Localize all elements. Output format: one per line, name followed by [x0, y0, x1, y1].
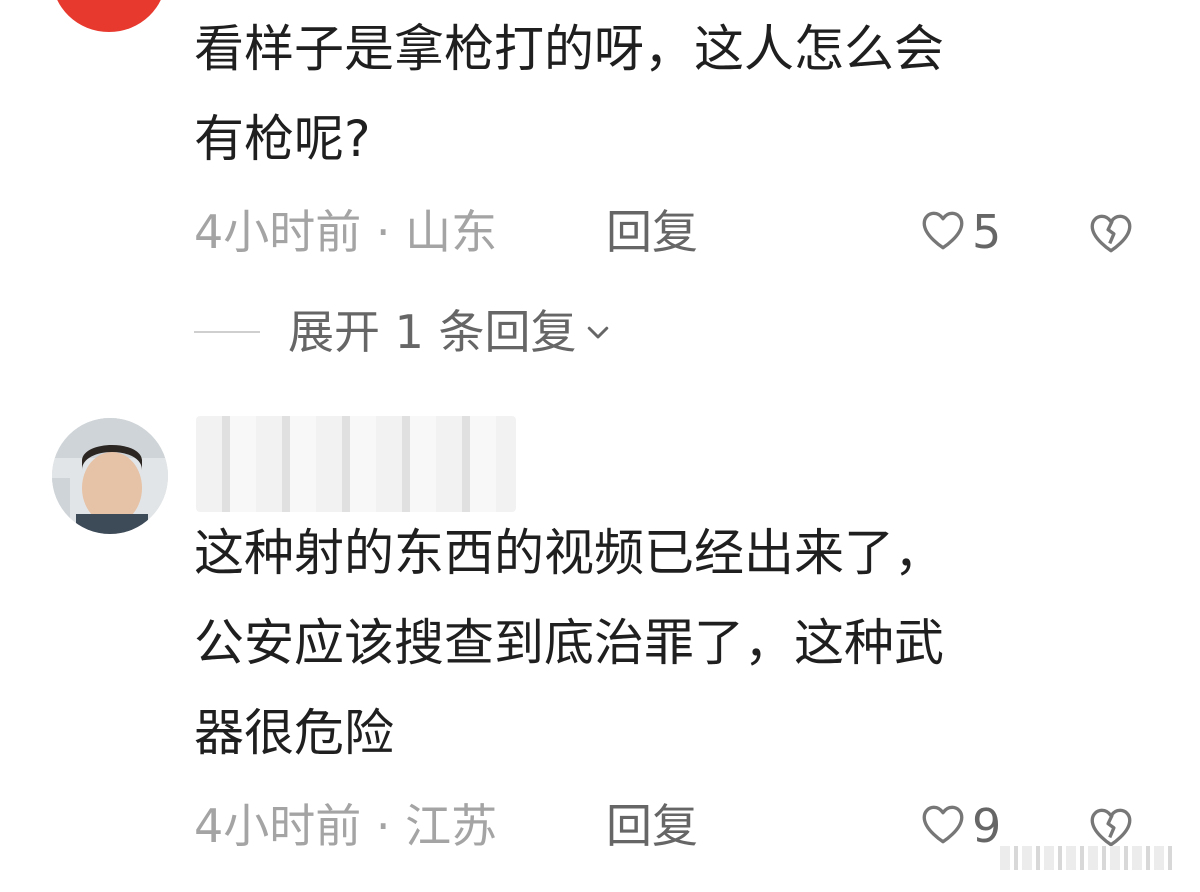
comment-text: 这种射的东西的视频已经出来了， 公安应该搜查到底治罪了，这种武 器很危险: [194, 524, 944, 762]
comment-location: 山东: [405, 205, 498, 259]
avatar[interactable]: [52, 0, 166, 32]
comment-location: 江苏: [405, 799, 498, 853]
username-blurred[interactable]: [196, 416, 516, 512]
meta-separator: ·: [361, 205, 406, 259]
expand-divider: [194, 331, 260, 333]
comment-meta: 4小时前 · 江苏: [194, 798, 497, 854]
comment-time: 4小时前: [194, 205, 362, 259]
comment-time: 4小时前: [194, 799, 362, 853]
meta-separator: ·: [361, 799, 406, 853]
expand-replies-label: 展开 1 条回复: [288, 305, 577, 359]
heart-outline-icon: [918, 205, 968, 259]
like-count: 9: [972, 799, 1002, 853]
chevron-down-icon: [583, 317, 613, 347]
watermark: [1000, 846, 1176, 870]
avatar[interactable]: [52, 418, 168, 534]
heart-outline-icon: [918, 799, 968, 853]
reply-button[interactable]: 回复: [606, 204, 698, 260]
comment-meta: 4小时前 · 山东: [194, 204, 497, 260]
reply-button[interactable]: 回复: [606, 798, 698, 854]
broken-heart-icon: [1086, 214, 1136, 262]
like-button[interactable]: 5: [918, 204, 1001, 260]
comment-text: 看样子是拿枪打的呀，这人怎么会 有枪呢?: [194, 20, 944, 168]
dislike-button[interactable]: [1086, 208, 1136, 262]
expand-replies[interactable]: 展开 1 条回复: [194, 302, 613, 362]
like-count: 5: [972, 205, 1002, 259]
like-button[interactable]: 9: [918, 798, 1001, 854]
